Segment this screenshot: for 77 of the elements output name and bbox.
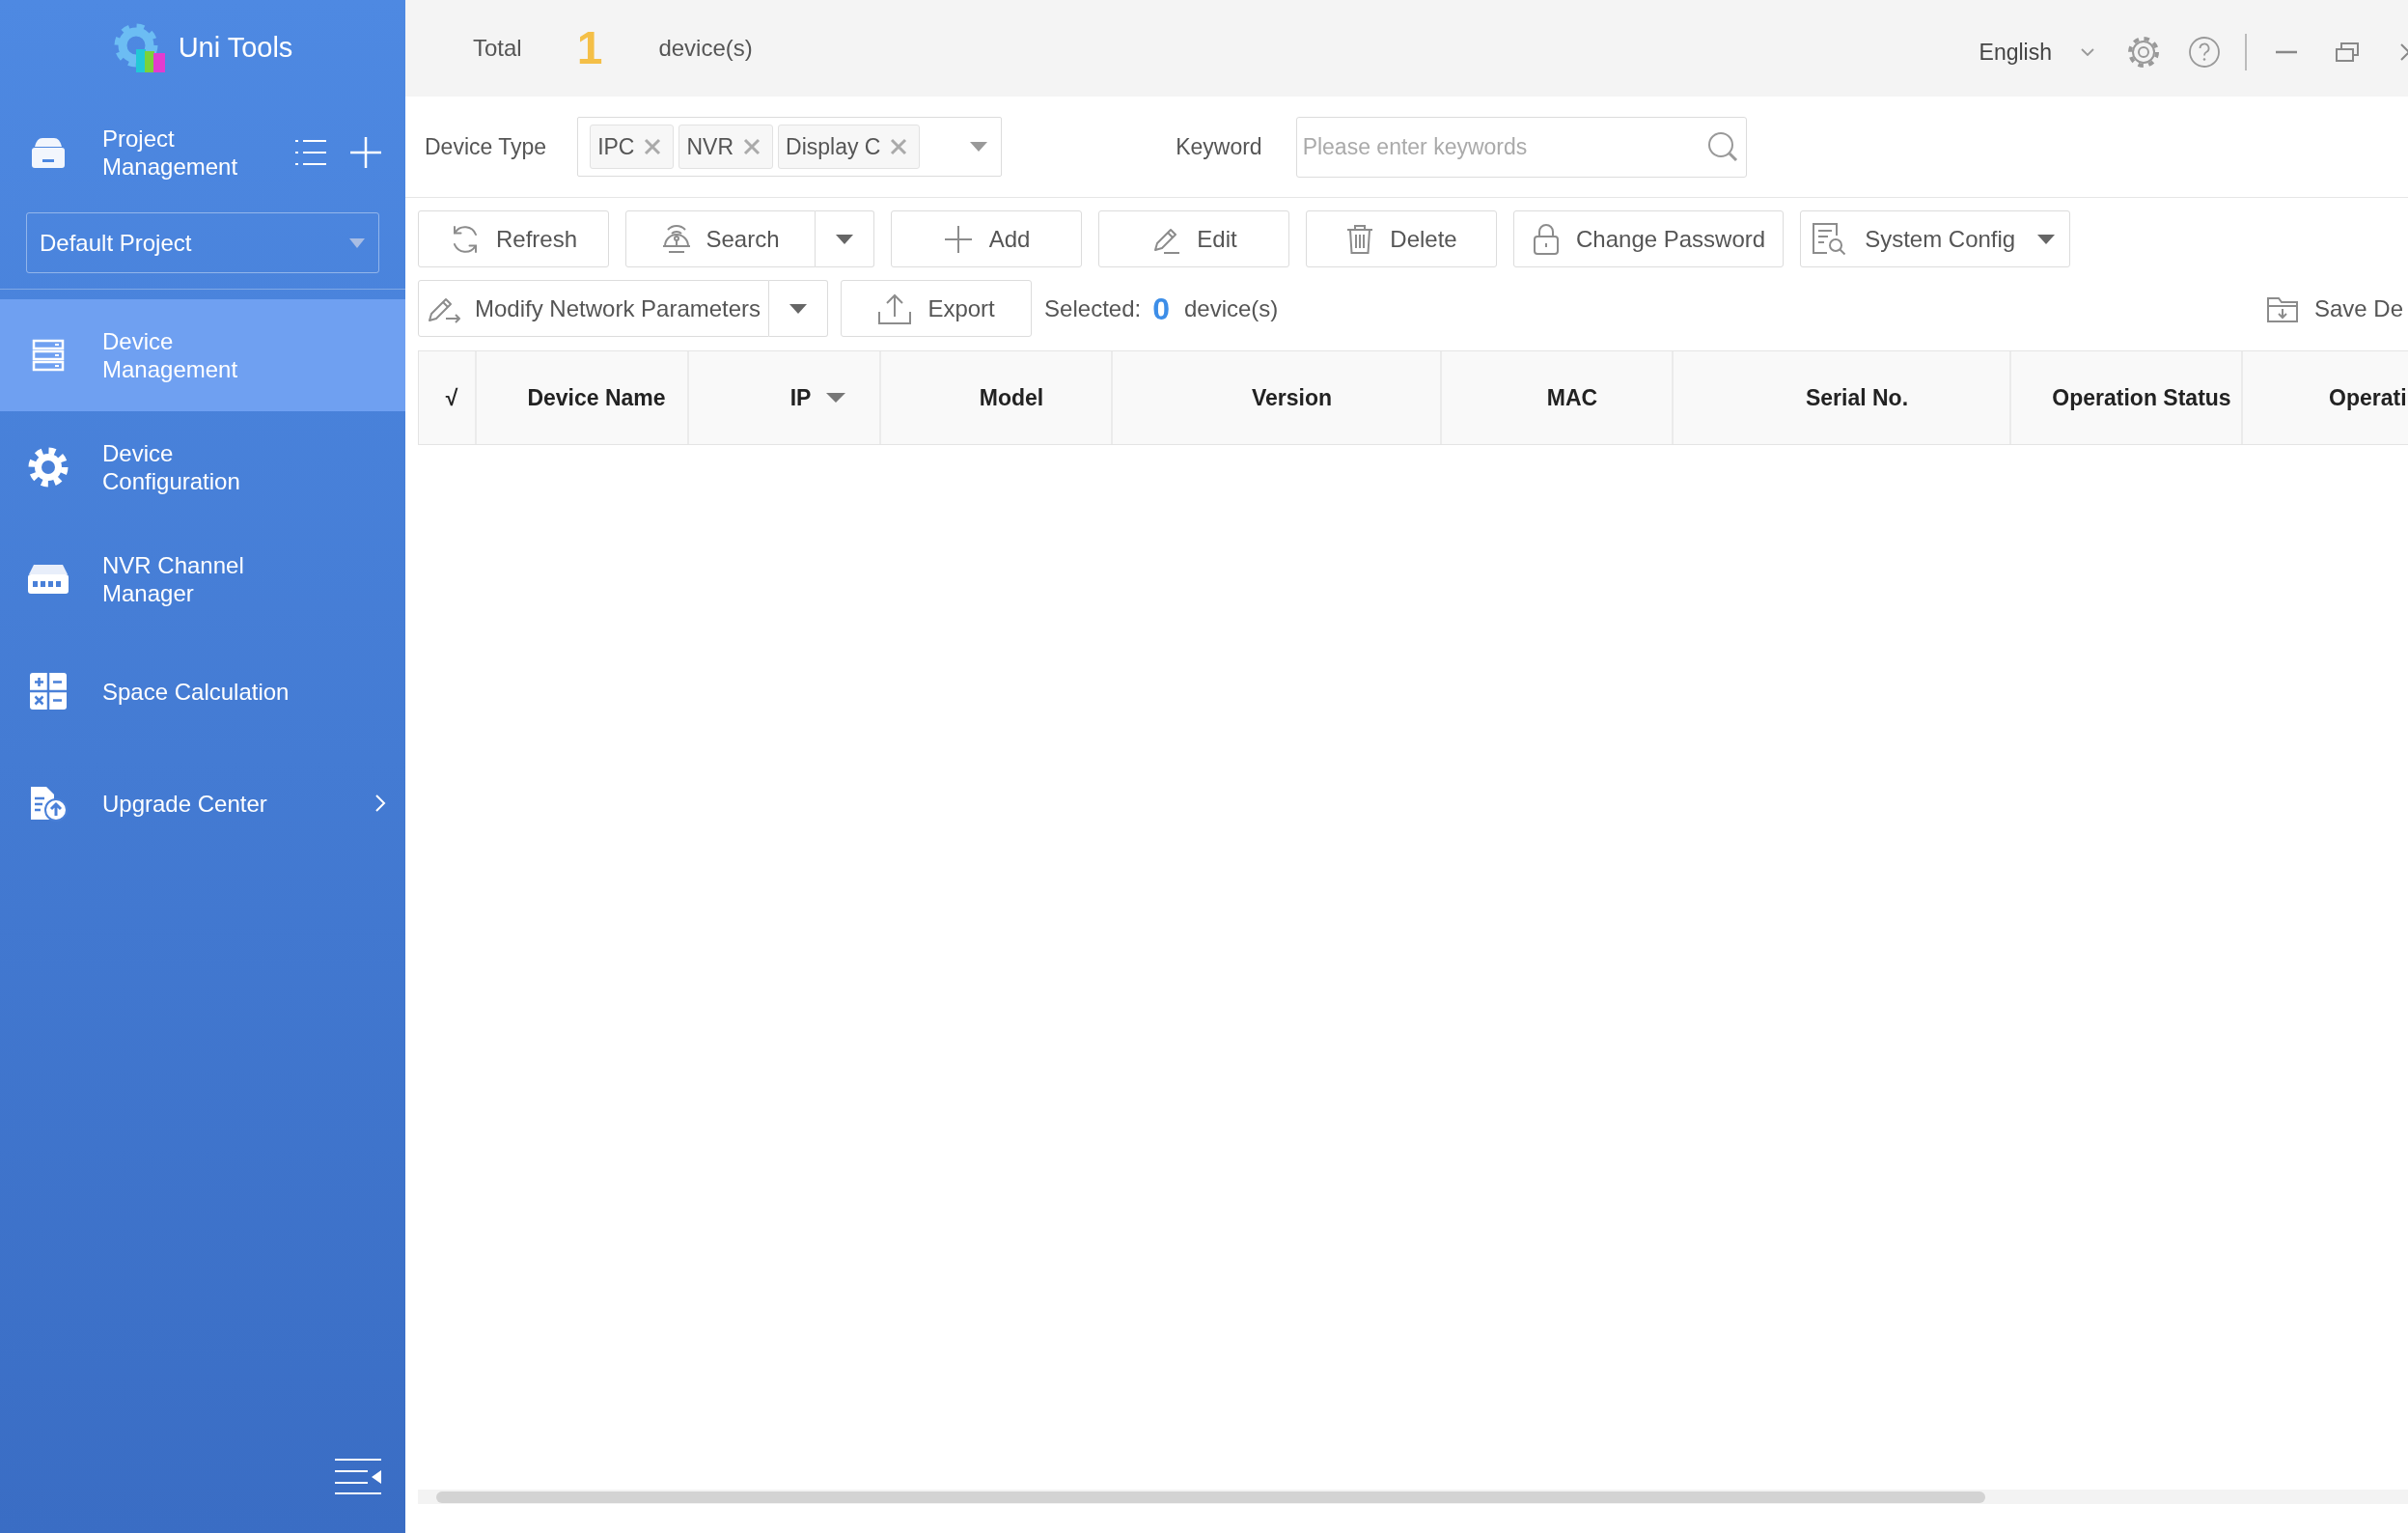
export-button[interactable]: Export: [841, 280, 1033, 337]
refresh-button[interactable]: Refresh: [418, 210, 609, 267]
dropdown-button[interactable]: [769, 280, 829, 337]
language-dropdown[interactable]: English: [1979, 35, 2094, 70]
modify-network-button[interactable]: Modify Network Parameters: [418, 280, 770, 337]
column-header: Operation Status: [2011, 351, 2243, 444]
column-header: √: [419, 351, 477, 444]
selected-count: 0: [1152, 293, 1170, 324]
change-password-button[interactable]: Change Password: [1513, 210, 1785, 267]
chevron-right-icon: [374, 794, 386, 813]
system-config-button[interactable]: System Config: [1800, 210, 2071, 267]
radar-icon: [661, 223, 693, 255]
device-type-select[interactable]: IPC NVR Display C: [577, 117, 1003, 177]
scrollbar-thumb[interactable]: [436, 1491, 1985, 1503]
settings-icon[interactable]: [2127, 36, 2160, 69]
document-search-icon: [1812, 221, 1847, 257]
device-type-tag[interactable]: Display C: [778, 125, 921, 169]
caret-down-icon[interactable]: [826, 393, 846, 403]
column-header: MAC: [1442, 351, 1674, 444]
gear-icon: [28, 447, 69, 488]
column-header: Operati: [2328, 383, 2408, 412]
unit-label: device(s): [1183, 293, 1279, 323]
column-header: Device Name: [477, 351, 689, 444]
minimize-icon[interactable]: [2276, 50, 2297, 54]
device-type-tag[interactable]: IPC: [590, 125, 675, 169]
keyword-field[interactable]: Please enter keywords: [1295, 116, 1747, 178]
server-icon: [32, 339, 65, 372]
restore-icon[interactable]: [2336, 42, 2359, 62]
collapse-menu-icon[interactable]: [335, 1458, 381, 1494]
section-title: Project Management: [102, 125, 239, 181]
plus-icon[interactable]: [349, 136, 382, 169]
column-header[interactable]: IP: [689, 351, 881, 444]
lock-icon: [1532, 222, 1561, 256]
add-button[interactable]: Add: [891, 210, 1082, 267]
save-button[interactable]: Save De: [2265, 291, 2403, 326]
caret-down-icon: [2037, 234, 2056, 244]
sidebar-item[interactable]: Upgrade Center: [0, 747, 405, 859]
remove-icon[interactable]: [743, 138, 761, 155]
selection-label: Selected:: [1044, 293, 1142, 323]
trash-icon: [1345, 223, 1375, 255]
delete-button[interactable]: Delete: [1306, 210, 1497, 267]
recorder-icon: [27, 563, 69, 596]
scrollbar-track[interactable]: [418, 1490, 2408, 1504]
logo-icon: [112, 22, 167, 74]
dropdown-button[interactable]: [816, 210, 874, 267]
column-header: Model: [881, 351, 1113, 444]
caret-down-icon: [789, 303, 808, 314]
calculator-icon: [29, 672, 68, 711]
field-label: Device Type: [425, 132, 547, 161]
plus-icon: [942, 223, 974, 255]
device-count: 1: [576, 25, 603, 71]
remove-icon[interactable]: [890, 138, 908, 155]
sidebar-item[interactable]: NVR Channel Manager: [0, 523, 405, 635]
column-header: Serial No.: [1674, 351, 2011, 444]
help-icon[interactable]: [2189, 37, 2220, 68]
app-title: Uni Tools: [178, 31, 293, 66]
caret-down-icon: [970, 142, 988, 152]
upload-icon: [877, 292, 913, 325]
drawer-icon: [31, 136, 66, 169]
document-upload-icon: [29, 785, 68, 822]
sidebar-item[interactable]: Device Configuration: [0, 411, 405, 523]
caret-down-icon: [349, 237, 365, 248]
edit-button[interactable]: Edit: [1098, 210, 1289, 267]
remove-icon[interactable]: [644, 138, 662, 155]
sidebar-item[interactable]: Space Calculation: [0, 635, 405, 747]
column-header: Version: [1113, 351, 1442, 444]
caret-down-icon: [836, 234, 853, 244]
chevron-down-icon: [2081, 48, 2094, 56]
search-icon[interactable]: [1706, 130, 1738, 162]
field-label: Keyword: [1176, 132, 1262, 161]
total-label: Total: [473, 34, 522, 63]
project-dropdown[interactable]: Default Project: [26, 212, 379, 273]
unit-label: device(s): [658, 34, 753, 63]
list-icon[interactable]: [294, 139, 327, 166]
search-button[interactable]: Search: [625, 210, 816, 267]
device-type-tag[interactable]: NVR: [678, 125, 774, 169]
close-icon[interactable]: [2400, 43, 2408, 61]
